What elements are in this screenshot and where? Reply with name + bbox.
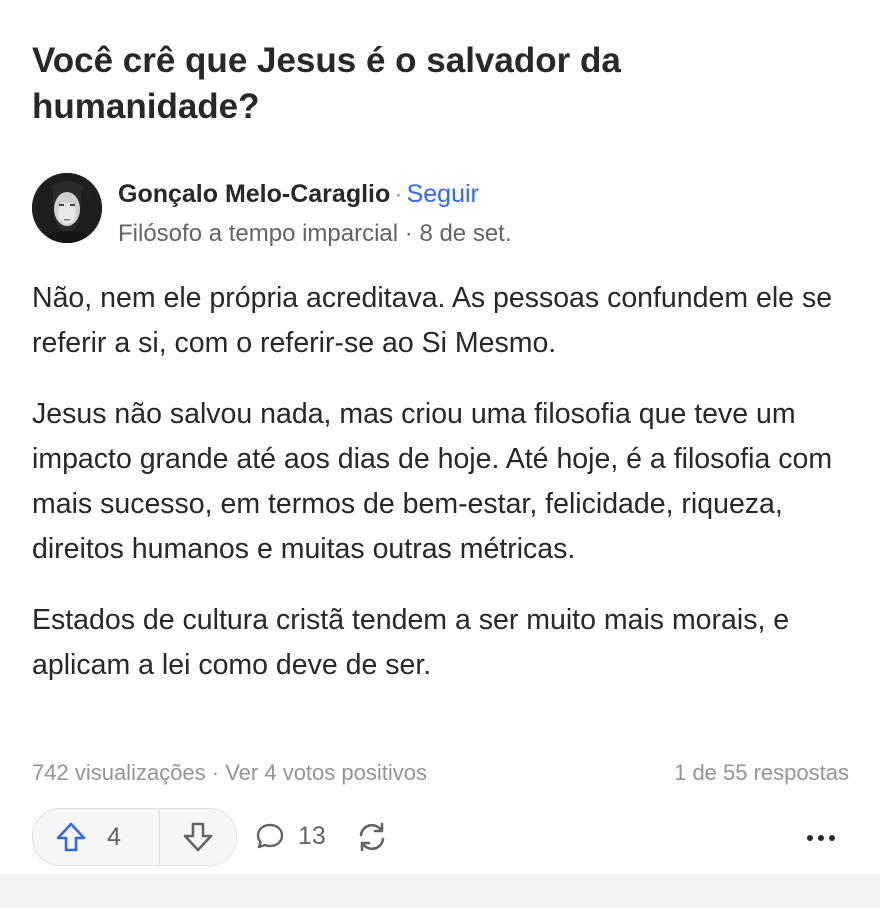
upvote-arrow-icon: [56, 822, 86, 852]
more-options-button[interactable]: [806, 830, 836, 848]
share-button[interactable]: [355, 820, 389, 859]
downvote-arrow-icon: [183, 822, 213, 852]
follow-button[interactable]: Seguir: [407, 180, 479, 208]
author-name[interactable]: Gonçalo Melo-Caraglio: [118, 180, 390, 208]
downvote-button[interactable]: [160, 809, 236, 865]
feed-separator: [0, 874, 880, 908]
comment-button[interactable]: 13: [254, 818, 326, 854]
name-separator: ·: [394, 180, 403, 208]
answer-position: 1 de 55 respostas: [674, 760, 849, 785]
author-credential: Filósofo a tempo imparcial · 8 de set.: [118, 220, 512, 247]
more-dots-icon: [807, 835, 835, 841]
comment-bubble-icon: [256, 823, 284, 849]
action-bar: 4 13: [32, 808, 852, 866]
answer-stats: 742 visualizações · Ver 4 votos positivo…: [32, 760, 849, 790]
avatar[interactable]: [32, 173, 102, 243]
views-and-upvotes-link[interactable]: 742 visualizações · Ver 4 votos positivo…: [32, 760, 427, 786]
upvote-button[interactable]: 4: [33, 809, 158, 865]
author-row: Gonçalo Melo-Caraglio · Seguir Filósofo a …: [32, 172, 852, 252]
answer-body: Não, nem ele própria acreditava. As pess…: [32, 276, 857, 714]
question-title[interactable]: Você crê que Jesus é o salvador da human…: [32, 38, 832, 130]
share-cycle-icon: [359, 822, 385, 852]
vote-pill: 4: [32, 808, 237, 866]
upvote-count: 4: [107, 822, 121, 851]
answer-paragraph: Estados de cultura cristã tendem a ser m…: [32, 604, 790, 681]
answer-paragraph: Não, nem ele própria acreditava. As pess…: [32, 282, 833, 359]
author-name-line: Gonçalo Melo-Caraglio · Seguir: [118, 180, 479, 209]
answer-paragraph: Jesus não salvou nada, mas criou uma fil…: [32, 398, 833, 565]
comment-count: 13: [298, 821, 326, 850]
avatar-portrait-icon: [32, 173, 102, 243]
